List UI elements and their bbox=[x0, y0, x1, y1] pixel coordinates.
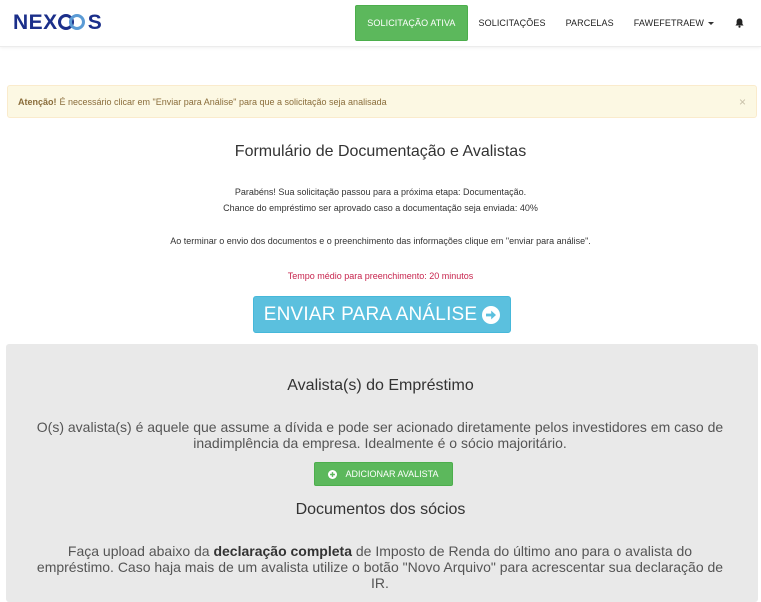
user-name: FAWEFETRAEW bbox=[633, 18, 704, 28]
logo-text-left: NEX bbox=[13, 11, 58, 34]
nav-user-dropdown[interactable]: FAWEFETRAEW bbox=[624, 6, 724, 40]
nav-requests[interactable]: SOLICITAÇÕES bbox=[469, 6, 556, 40]
documents-text-before: Faça upload abaixo da bbox=[67, 543, 214, 559]
bell-icon bbox=[734, 18, 744, 28]
congrats-text: Parabéns! Sua solicitação passou para a … bbox=[234, 187, 527, 197]
notifications-button[interactable] bbox=[724, 6, 761, 40]
logo-text-right: S bbox=[87, 11, 103, 34]
guarantors-title: Avalista(s) do Empréstimo bbox=[287, 377, 474, 394]
instructions-text: Ao terminar o envio dos documentos e o p… bbox=[170, 236, 591, 246]
caret-down-icon bbox=[708, 21, 714, 25]
send-button-label: ENVIAR PARA ANÁLISE bbox=[263, 303, 478, 325]
average-time-text: Tempo médio para preenchimento: 20 minut… bbox=[287, 271, 474, 281]
documents-text-bold: declaração completa bbox=[213, 543, 352, 559]
nexoos-logo[interactable]: NEX S bbox=[13, 10, 102, 36]
arrow-circle-right-icon bbox=[482, 305, 501, 324]
alert-close-button[interactable]: × bbox=[739, 95, 746, 109]
form-title: Formulário de Documentação e Avalistas bbox=[234, 143, 527, 160]
send-for-analysis-button[interactable]: ENVIAR PARA ANÁLISE bbox=[253, 296, 511, 333]
logo-rings-icon bbox=[57, 13, 88, 33]
alert-strong: Atenção! bbox=[18, 96, 57, 107]
approval-chance-text: Chance do empréstimo ser aprovado caso a… bbox=[223, 203, 538, 213]
add-guarantor-label: ADICIONAR AVALISTA bbox=[345, 469, 439, 479]
top-navbar: NEX S SOLICITAÇÃO ATIVA SOLICITAÇÕES PAR… bbox=[0, 0, 761, 47]
plus-circle-icon bbox=[328, 469, 338, 479]
nav-active-request[interactable]: SOLICITAÇÃO ATIVA bbox=[355, 5, 468, 41]
add-guarantor-button[interactable]: ADICIONAR AVALISTA bbox=[314, 462, 453, 486]
documents-description: Faça upload abaixo da declaração complet… bbox=[30, 543, 730, 591]
alert-text: É necessário clicar em "Enviar para Anál… bbox=[59, 96, 387, 107]
nav-menu: SOLICITAÇÃO ATIVA SOLICITAÇÕES PARCELAS … bbox=[355, 0, 761, 46]
documents-title: Documentos dos sócios bbox=[295, 501, 466, 518]
nav-installments[interactable]: PARCELAS bbox=[556, 6, 624, 40]
warning-alert: Atenção! É necessário clicar em "Enviar … bbox=[7, 85, 757, 118]
guarantors-description: O(s) avalista(s) é aquele que assume a d… bbox=[36, 419, 724, 451]
